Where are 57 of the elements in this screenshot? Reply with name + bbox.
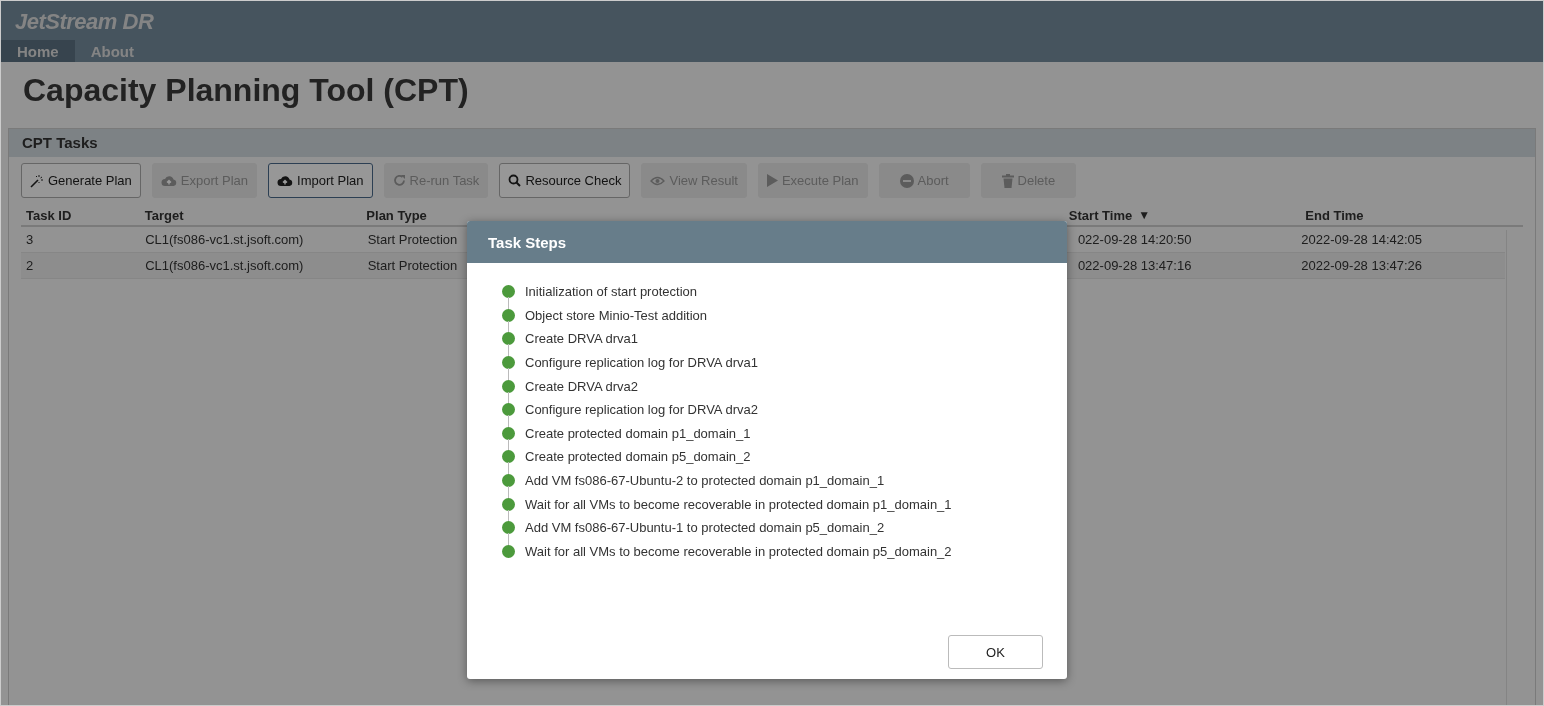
ok-button[interactable]: OK <box>948 635 1043 669</box>
column-header[interactable]: Start Time <box>1068 208 1133 223</box>
step-dot-icon <box>502 497 515 511</box>
step-dot-icon <box>502 356 515 370</box>
dialog-title: Task Steps <box>467 221 1067 263</box>
table-cell: CL1(fs086-vc1.st.jsoft.com) <box>145 258 304 273</box>
app-title: JetStream DR <box>14 8 154 35</box>
page-title: Capacity Planning Tool (CPT) <box>23 72 470 109</box>
table-cell: Start Protection <box>367 258 458 273</box>
table-cell-text: 022-09-28 14:20:50 <box>1076 232 1192 247</box>
search-icon <box>508 174 522 187</box>
refresh-icon <box>392 174 406 187</box>
panel-title: CPT Tasks <box>9 129 1535 157</box>
toolbar-button[interactable]: Resource Check <box>499 163 631 198</box>
step-label: Create DRVA drva1 <box>525 331 638 347</box>
table-cell: 2022-09-28 13:47:26 <box>1301 258 1423 273</box>
column-header[interactable]: Target <box>144 208 184 223</box>
cloud-upload-icon <box>277 174 294 187</box>
minus-circle-icon <box>899 173 914 188</box>
step-dot-icon <box>502 426 515 440</box>
step-label: Wait for all VMs to become recoverable in protected domain p1_domain_1 <box>525 496 952 512</box>
table-cell-text: 022-09-28 13:47:16 <box>1076 258 1192 273</box>
column-header[interactable]: Plan Type <box>366 208 427 223</box>
step-dot-icon <box>502 308 515 322</box>
step-label: Initialization of start protection <box>525 284 697 300</box>
toolbar-button[interactable]: Generate Plan <box>21 163 141 198</box>
step-dot-icon <box>502 285 515 299</box>
table-cell: CL1(fs086-vc1.st.jsoft.com) <box>145 232 304 247</box>
step-label: Configure replication log for DRVA drva1 <box>525 355 758 371</box>
step-label: Configure replication log for DRVA drva2 <box>525 402 758 418</box>
step-label: Create protected domain p5_domain_2 <box>525 449 751 465</box>
step-label: Add VM fs086-67-Ubuntu-2 to protected domain p1_domain_1 <box>525 473 885 489</box>
cloud-upload-icon <box>160 174 177 187</box>
magic-wand-icon <box>30 173 44 188</box>
step-dot-icon <box>502 403 515 417</box>
step-dot-icon <box>502 332 515 346</box>
step-dot-icon <box>502 474 515 488</box>
column-header[interactable]: Task ID <box>26 208 72 223</box>
step-dot-icon <box>502 379 515 393</box>
step-dot-icon <box>502 544 515 558</box>
play-icon <box>766 174 778 187</box>
sort-indicator[interactable]: ▼ <box>1138 208 1151 223</box>
step-label: Create DRVA drva2 <box>525 378 638 394</box>
step-label: Wait for all VMs to become recoverable in protected domain p5_domain_2 <box>525 543 952 559</box>
table-cell: 2 <box>26 258 34 273</box>
table-cell: 3 <box>26 232 34 247</box>
table-cell: 2022-09-28 14:42:05 <box>1301 232 1423 247</box>
toolbar-button[interactable]: Import Plan <box>268 163 373 198</box>
eye-icon <box>650 175 666 186</box>
step-label: Object store Minio-Test addition <box>525 307 708 323</box>
step-dot-icon <box>502 521 515 535</box>
step-dot-icon <box>502 450 515 464</box>
step-label: Create protected domain p1_domain_1 <box>525 425 751 441</box>
trash-icon <box>1001 173 1014 188</box>
table-cell: Start Protection <box>367 232 458 247</box>
step-label: Add VM fs086-67-Ubuntu-1 to protected domain p5_domain_2 <box>525 520 885 536</box>
column-header[interactable]: End Time <box>1305 208 1364 223</box>
